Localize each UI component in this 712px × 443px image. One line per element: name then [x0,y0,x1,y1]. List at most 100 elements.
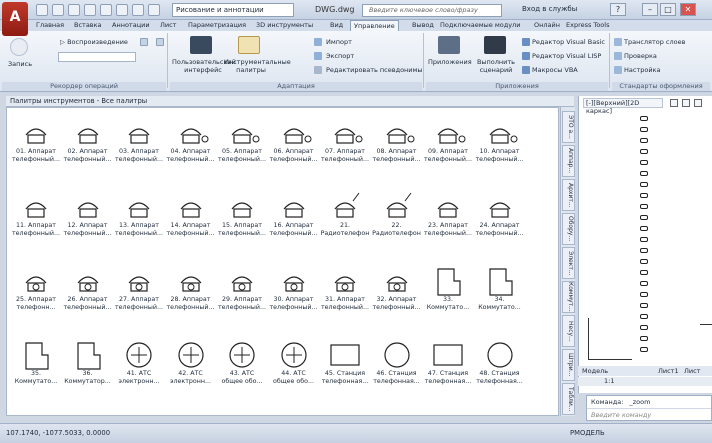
export-icon[interactable] [314,52,322,60]
new-icon[interactable] [36,4,48,16]
tool-item-18[interactable]: 22. Радиотелефон [371,187,423,245]
minimize-button[interactable]: – [642,3,658,16]
tool-item-25[interactable]: 29. Аппарат телефонный... [216,261,268,319]
tab-view[interactable]: Вид [330,20,343,31]
aliases-icon[interactable] [314,66,322,74]
maximize-button[interactable]: □ [660,3,676,16]
lisp-editor-icon[interactable] [522,52,530,60]
tool-item-19[interactable]: 23. Аппарат телефонный... [422,187,474,245]
config-icon[interactable] [614,66,622,74]
palette-tab-8[interactable]: Штри... [562,349,575,381]
tab-home[interactable]: Главная [36,20,64,31]
application-menu-button[interactable]: A [2,2,28,36]
workspace-select[interactable]: Рисование и аннотации [172,3,294,17]
palette-tab-4[interactable]: Обору... [562,213,575,245]
workspace-gear-icon[interactable] [148,4,160,16]
tool-item-6[interactable]: 06. Аппарат телефонный... [268,113,320,171]
palette-title[interactable]: Палитры инструментов - Все палитры [6,96,574,107]
tool-item-10[interactable]: 10. Аппарат телефонный... [474,113,526,171]
tool-item-9[interactable]: 09. Аппарат телефонный... [422,113,474,171]
tab-manage[interactable]: Управление [350,20,399,31]
tool-item-37[interactable]: 45. Станция телефонная... [319,335,371,393]
tool-item-22[interactable]: 26. Аппарат телефонный... [62,261,114,319]
apps-icon[interactable] [438,36,460,54]
close-button[interactable]: ✕ [680,3,696,16]
tab-model[interactable]: Модель [582,366,608,376]
vba-macros-icon[interactable] [522,66,530,74]
toolpalettes-icon[interactable] [238,36,260,54]
vba-macros-button[interactable]: Макросы VBA [532,66,578,74]
tool-item-32[interactable]: 36. Коммутатор... [62,335,114,393]
tab-3d-tools[interactable]: 3D инструменты [256,20,313,31]
tab-parametric[interactable]: Параметризация [188,20,246,31]
redo-icon[interactable] [116,4,128,16]
tool-item-14[interactable]: 14. Аппарат телефонный... [165,187,217,245]
play-button[interactable]: ▷ Воспроизведение [60,38,128,46]
lisp-editor-button[interactable]: Редактор Visual LISP [532,52,601,60]
tool-item-23[interactable]: 27. Аппарат телефонный... [113,261,165,319]
help-button[interactable]: ? [610,3,626,16]
tool-item-31[interactable]: 35. Коммутато... [10,335,62,393]
macro-icon[interactable] [140,38,148,46]
viewport-close-icon[interactable] [694,99,702,107]
macro-select[interactable] [58,52,136,62]
tool-item-3[interactable]: 03. Аппарат телефонный... [113,113,165,171]
tab-online[interactable]: Онлайн [534,20,560,31]
tool-item-28[interactable]: 32. Аппарат телефонный... [371,261,423,319]
undo-icon[interactable] [100,4,112,16]
tool-item-26[interactable]: 30. Аппарат телефонный... [268,261,320,319]
aliases-button[interactable]: Редактировать псевдонимы [326,66,423,74]
tool-item-5[interactable]: 05. Аппарат телефонный... [216,113,268,171]
tool-item-20[interactable]: 24. Аппарат телефонный... [474,187,526,245]
tab-layout[interactable]: Лист [160,20,176,31]
signin-button[interactable]: Вход в службы [522,5,577,13]
palette-tab-3[interactable]: Архит... [562,179,575,211]
layer-translator-button[interactable]: Транслятор слоев [624,38,685,46]
vba-editor-button[interactable]: Редактор Visual Basic [532,38,605,46]
import-icon[interactable] [314,38,322,46]
tool-item-17[interactable]: 21. Радиотелефон [319,187,371,245]
tab-layout2[interactable]: Лист [684,366,700,376]
search-input[interactable]: Введите ключевое слово/фразу [362,4,502,17]
tool-item-39[interactable]: 47. Станция телефонная... [422,335,474,393]
tab-annotate[interactable]: Аннотации [112,20,150,31]
check-icon[interactable] [614,52,622,60]
open-icon[interactable] [52,4,64,16]
macro-options-icon[interactable] [156,38,164,46]
vba-editor-icon[interactable] [522,38,530,46]
tool-item-13[interactable]: 13. Аппарат телефонный... [113,187,165,245]
tab-layout1[interactable]: Лист1 [658,366,679,376]
tool-item-29[interactable]: 33. Коммутато... [422,261,474,319]
palette-tab-2[interactable]: Аппар... [562,145,575,177]
tool-item-40[interactable]: 48. Станция телефонная... [474,335,526,393]
tool-item-21[interactable]: 25. Аппарат телефонн... [10,261,62,319]
tool-item-2[interactable]: 02. Аппарат телефонный... [62,113,114,171]
tool-item-11[interactable]: 11. Аппарат телефонный... [10,187,62,245]
tab-insert[interactable]: Вставка [74,20,102,31]
tool-item-12[interactable]: 12. Аппарат телефонный... [62,187,114,245]
plot-icon[interactable] [132,4,144,16]
save-icon[interactable] [68,4,80,16]
scale-display[interactable]: 1:1 [578,377,712,386]
cui-icon[interactable] [190,36,212,54]
runscript-icon[interactable] [484,36,506,54]
config-button[interactable]: Настройка [624,66,660,74]
tab-express-tools[interactable]: Express Tools [566,20,609,31]
tool-item-30[interactable]: 34. Коммутато... [474,261,526,319]
palette-tab-7[interactable]: Несу... [562,315,575,347]
import-button[interactable]: Импорт [326,38,352,46]
tool-item-24[interactable]: 28. Аппарат телефонный... [165,261,217,319]
tab-plugins[interactable]: Подключаемые модули [440,20,520,31]
tool-item-36[interactable]: 44. АТС общее обо... [268,335,320,393]
model-toggle[interactable]: РМОДЕЛЬ [570,429,605,437]
command-input[interactable]: Введите команду [587,409,711,421]
palette-tab-5[interactable]: Элект... [562,247,575,279]
tool-item-1[interactable]: 01. Аппарат телефонный... [10,113,62,171]
viewport-minimize-icon[interactable] [670,99,678,107]
viewport-restore-icon[interactable] [682,99,690,107]
palette-tab-1[interactable]: ЭТО а... [562,111,575,143]
tool-item-8[interactable]: 08. Аппарат телефонный... [371,113,423,171]
tool-item-35[interactable]: 43. АТС общее обо... [216,335,268,393]
export-button[interactable]: Экспорт [326,52,354,60]
palette-tab-6[interactable]: Коммут... [562,281,575,313]
